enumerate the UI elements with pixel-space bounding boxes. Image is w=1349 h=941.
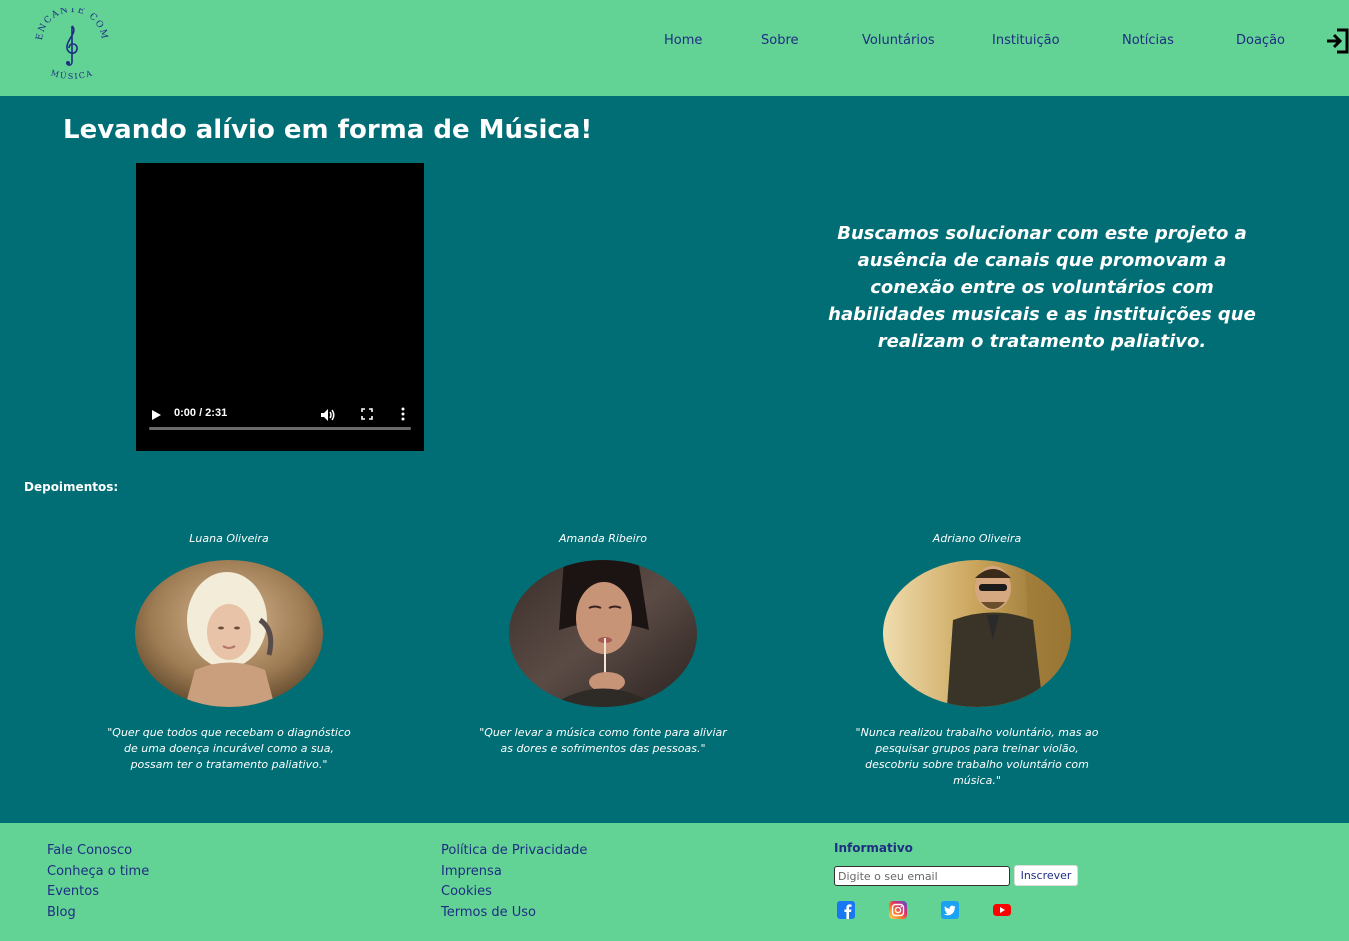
testimonial-photo	[883, 560, 1071, 707]
logo-bottom-text: MÚSICA	[50, 68, 93, 81]
footer-link-privacidade[interactable]: Política de Privacidade	[441, 841, 587, 862]
footer-link-termos[interactable]: Termos de Uso	[441, 903, 587, 924]
newsletter-title: Informativo	[834, 841, 913, 855]
footer-links-2: Política de Privacidade Imprensa Cookies…	[441, 841, 587, 923]
testimonial-photo	[135, 560, 323, 707]
nav-sobre[interactable]: Sobre	[761, 33, 799, 48]
testimonial-name: Adriano Oliveira	[932, 532, 1022, 545]
more-options-icon[interactable]	[400, 406, 406, 422]
footer-link-imprensa[interactable]: Imprensa	[441, 862, 587, 883]
video-controls: 0:00 / 2:31	[136, 395, 424, 451]
nav-home[interactable]: Home	[664, 33, 702, 48]
email-field[interactable]	[834, 866, 1010, 886]
subscribe-button[interactable]: Inscrever	[1014, 865, 1078, 886]
volume-icon[interactable]	[320, 407, 336, 423]
testimonial-card: Amanda Ribeiro "Quer levar a música como…	[468, 532, 738, 757]
site-header: ENCANTE COM MÚSICA Home Sobre Voluntário…	[0, 0, 1349, 96]
video-time: 0:00 / 2:31	[174, 407, 228, 419]
site-footer: Fale Conosco Conheça o time Eventos Blog…	[0, 823, 1349, 941]
treble-clef-icon	[66, 25, 78, 66]
youtube-icon[interactable]	[993, 901, 1011, 919]
testimonial-card: Luana Oliveira "Quer que todos que receb…	[94, 532, 364, 773]
play-icon[interactable]	[150, 409, 162, 421]
fullscreen-icon[interactable]	[361, 408, 373, 420]
nav-instituicao[interactable]: Instituição	[992, 33, 1060, 48]
testimonial-name: Amanda Ribeiro	[559, 532, 647, 545]
nav-voluntarios[interactable]: Voluntários	[862, 33, 935, 48]
nav-noticias[interactable]: Notícias	[1122, 33, 1174, 48]
mission-statement: Buscamos solucionar com este projeto a a…	[828, 223, 1256, 352]
video-player[interactable]: 0:00 / 2:31	[136, 163, 424, 451]
testimonial-quote: "Quer que todos que recebam o diagnóstic…	[107, 726, 351, 771]
video-progress-bar[interactable]	[149, 427, 411, 430]
instagram-icon[interactable]	[889, 901, 907, 919]
footer-link-blog[interactable]: Blog	[47, 903, 149, 924]
footer-link-conheca-time[interactable]: Conheça o time	[47, 862, 149, 883]
footer-links-1: Fale Conosco Conheça o time Eventos Blog	[47, 841, 149, 923]
testimonial-name: Luana Oliveira	[189, 532, 269, 545]
testimonial-quote: "Nunca realizou trabalho voluntário, mas…	[855, 726, 1099, 787]
footer-link-eventos[interactable]: Eventos	[47, 882, 149, 903]
page-headline: Levando alívio em forma de Música!	[63, 115, 593, 145]
logo[interactable]: ENCANTE COM MÚSICA	[34, 8, 110, 88]
testimonial-quote: "Quer levar a música como fonte para ali…	[479, 726, 727, 755]
exit-icon[interactable]	[1325, 28, 1349, 54]
testimonial-photo	[509, 560, 697, 707]
testimonials-heading: Depoimentos:	[24, 480, 119, 494]
footer-link-fale-conosco[interactable]: Fale Conosco	[47, 841, 149, 862]
facebook-icon[interactable]	[837, 901, 855, 919]
footer-link-cookies[interactable]: Cookies	[441, 882, 587, 903]
nav-doacao[interactable]: Doação	[1236, 33, 1285, 48]
testimonial-card: Adriano Oliveira "Nunca realizou trabalh…	[842, 532, 1112, 789]
svg-text:MÚSICA: MÚSICA	[50, 68, 95, 81]
twitter-icon[interactable]	[941, 901, 959, 919]
